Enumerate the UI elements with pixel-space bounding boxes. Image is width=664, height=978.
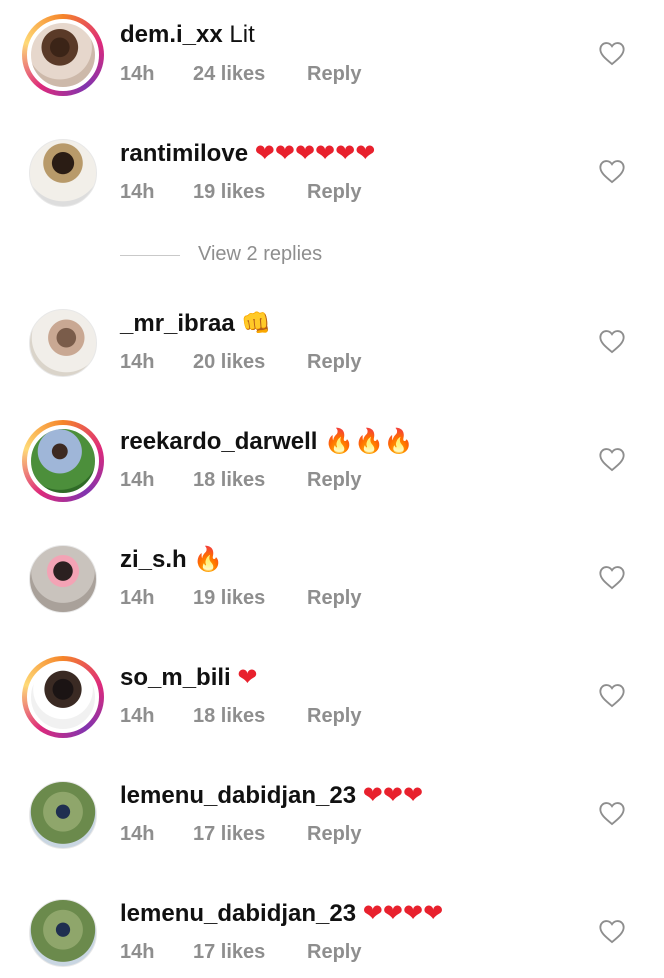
comment-time: 14h [120, 941, 155, 963]
comment-time: 14h [120, 63, 155, 85]
avatar-story-ring[interactable] [22, 656, 104, 738]
comment-meta: 14h 17 likes Reply [120, 822, 361, 846]
avatar-wrapper[interactable] [22, 302, 104, 384]
comment-username[interactable]: lemenu_dabidjan_23 [120, 900, 356, 927]
avatar[interactable] [29, 139, 97, 207]
comment-meta: 14h 24 likes Reply [120, 62, 361, 86]
comment-meta: 14h 20 likes Reply [120, 350, 361, 374]
comment-meta: 14h 19 likes Reply [120, 180, 361, 204]
comment-item: so_m_bili ❤ 14h 18 likes Reply [0, 642, 664, 742]
comment-line: lemenu_dabidjan_23 ❤❤❤ [120, 780, 423, 811]
heart-outline-icon[interactable] [598, 446, 626, 472]
comment-username[interactable]: so_m_bili [120, 664, 231, 691]
comment-likes[interactable]: 18 likes [193, 468, 307, 492]
avatar[interactable] [27, 19, 99, 91]
reply-button[interactable]: Reply [307, 704, 361, 728]
reply-button[interactable]: Reply [307, 350, 361, 374]
heart-outline-icon[interactable] [598, 682, 626, 708]
heart-outline-icon[interactable] [598, 328, 626, 354]
comment-username[interactable]: _mr_ibraa [120, 310, 235, 337]
comment-line: rantimilove ❤❤❤❤❤❤ [120, 138, 375, 169]
comment-time: 14h [120, 351, 155, 373]
comment-item: zi_s.h 🔥 14h 19 likes Reply [0, 524, 664, 624]
reply-button[interactable]: Reply [307, 62, 361, 86]
comment-line: _mr_ibraa 👊 [120, 308, 271, 339]
comment-time: 14h [120, 587, 155, 609]
comment-likes[interactable]: 17 likes [193, 940, 307, 964]
fire-emoji: 🔥🔥🔥 [324, 427, 414, 455]
fist-emoji: 👊 [241, 309, 272, 337]
comment-line: reekardo_darwell 🔥🔥🔥 [120, 426, 414, 457]
comment-username[interactable]: zi_s.h [120, 546, 187, 573]
comment-line: zi_s.h 🔥 [120, 544, 223, 575]
avatar-wrapper[interactable] [22, 774, 104, 856]
heart-outline-icon[interactable] [598, 918, 626, 944]
comment-item: dem.i_xx Lit 14h 24 likes Reply [0, 0, 664, 100]
avatar[interactable] [27, 661, 99, 733]
comment-likes[interactable]: 20 likes [193, 350, 307, 374]
heart-emoji: ❤❤❤❤ [362, 899, 444, 927]
comment-item: _mr_ibraa 👊 14h 20 likes Reply [0, 288, 664, 388]
avatar-story-ring[interactable] [22, 14, 104, 96]
heart-emoji: ❤ [237, 663, 258, 691]
comment-username[interactable]: lemenu_dabidjan_23 [120, 782, 356, 809]
heart-outline-icon[interactable] [598, 564, 626, 590]
comment-meta: 14h 18 likes Reply [120, 468, 361, 492]
comment-line: dem.i_xx Lit [120, 20, 255, 50]
comment-username[interactable]: rantimilove [120, 140, 248, 167]
fire-emoji: 🔥 [193, 545, 224, 573]
comment-item: lemenu_dabidjan_23 ❤❤❤❤ 14h 17 likes Reply [0, 878, 664, 978]
comment-item: rantimilove ❤❤❤❤❤❤ 14h 19 likes Reply [0, 118, 664, 218]
reply-button[interactable]: Reply [307, 940, 361, 964]
reply-button[interactable]: Reply [307, 180, 361, 204]
comment-line: lemenu_dabidjan_23 ❤❤❤❤ [120, 898, 443, 929]
comment-likes[interactable]: 24 likes [193, 62, 307, 86]
avatar[interactable] [29, 781, 97, 849]
comment-time: 14h [120, 705, 155, 727]
comment-meta: 14h 19 likes Reply [120, 586, 361, 610]
comment-time: 14h [120, 181, 155, 203]
comment-item: reekardo_darwell 🔥🔥🔥 14h 18 likes Reply [0, 406, 664, 506]
comment-meta: 14h 17 likes Reply [120, 940, 361, 964]
avatar-story-ring[interactable] [22, 420, 104, 502]
reply-button[interactable]: Reply [307, 468, 361, 492]
comment-item: lemenu_dabidjan_23 ❤❤❤ 14h 17 likes Reply [0, 760, 664, 860]
view-replies-label[interactable]: View 2 replies [198, 243, 322, 266]
avatar-wrapper[interactable] [22, 132, 104, 214]
heart-outline-icon[interactable] [598, 800, 626, 826]
avatar[interactable] [29, 309, 97, 377]
comment-likes[interactable]: 19 likes [193, 180, 307, 204]
avatar[interactable] [29, 545, 97, 613]
comment-likes[interactable]: 19 likes [193, 586, 307, 610]
avatar-wrapper[interactable] [22, 538, 104, 620]
comment-username[interactable]: dem.i_xx [120, 21, 223, 48]
avatar-wrapper[interactable] [22, 892, 104, 974]
reply-button[interactable]: Reply [307, 586, 361, 610]
comment-text: Lit [229, 21, 255, 48]
comment-time: 14h [120, 469, 155, 491]
comment-username[interactable]: reekardo_darwell [120, 428, 317, 455]
replies-divider-line [120, 255, 180, 256]
heart-emoji: ❤❤❤❤❤❤ [254, 139, 376, 167]
heart-outline-icon[interactable] [598, 158, 626, 184]
comment-line: so_m_bili ❤ [120, 662, 258, 693]
comment-likes[interactable]: 18 likes [193, 704, 307, 728]
heart-outline-icon[interactable] [598, 40, 626, 66]
reply-button[interactable]: Reply [307, 822, 361, 846]
comment-time: 14h [120, 823, 155, 845]
comment-meta: 14h 18 likes Reply [120, 704, 361, 728]
comment-likes[interactable]: 17 likes [193, 822, 307, 846]
heart-emoji: ❤❤❤ [362, 781, 424, 809]
avatar[interactable] [27, 425, 99, 497]
avatar[interactable] [29, 899, 97, 967]
